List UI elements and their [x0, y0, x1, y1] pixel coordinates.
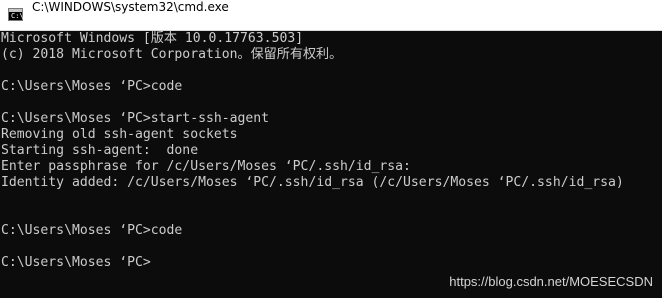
console-lines: Microsoft Windows [版本 10.0.17763.503] (c…	[1, 31, 624, 271]
console-line-10: Identity added: /c/Users/Moses ‘PC/.ssh/…	[1, 175, 624, 190]
console-line-8: Starting ssh-agent: done	[1, 143, 199, 158]
watermark: https://blog.csdn.net/MOESECSDN	[449, 274, 653, 289]
console-line-1: Microsoft Windows [版本 10.0.17763.503]	[1, 31, 304, 46]
console-prompt: C:\Users\Moses ‘PC>	[1, 255, 151, 270]
console-line-5	[1, 95, 624, 111]
window-title: C:\WINDOWS\system32\cmd.exe	[32, 0, 229, 14]
console-line-7: Removing old ssh-agent sockets	[1, 127, 238, 142]
console-line-9: Enter passphrase for /c/Users/Moses ‘PC/…	[1, 159, 411, 174]
title-bar[interactable]: C:\ C:\WINDOWS\system32\cmd.exe	[0, 0, 662, 31]
console-line-11	[1, 191, 624, 207]
console-line-13: C:\Users\Moses ‘PC>code	[1, 223, 183, 238]
console-line-2: (c) 2018 Microsoft Corporation。保留所有权利。	[1, 47, 343, 62]
cmd-icon[interactable]: C:\	[8, 8, 24, 21]
cmd-window: C:\ C:\WINDOWS\system32\cmd.exe Microsof…	[0, 0, 662, 298]
console-line-4: C:\Users\Moses ‘PC>code	[1, 79, 183, 94]
console-line-14	[1, 239, 624, 255]
console-prompt-line[interactable]: C:\Users\Moses ‘PC>	[1, 255, 624, 271]
console-line-6: C:\Users\Moses ‘PC>start-ssh-agent	[1, 111, 270, 126]
console-output[interactable]: Microsoft Windows [版本 10.0.17763.503] (c…	[0, 31, 662, 298]
cmd-icon-glyph: C:\	[11, 12, 24, 20]
console-line-12	[1, 207, 624, 223]
console-line-3	[1, 63, 624, 79]
